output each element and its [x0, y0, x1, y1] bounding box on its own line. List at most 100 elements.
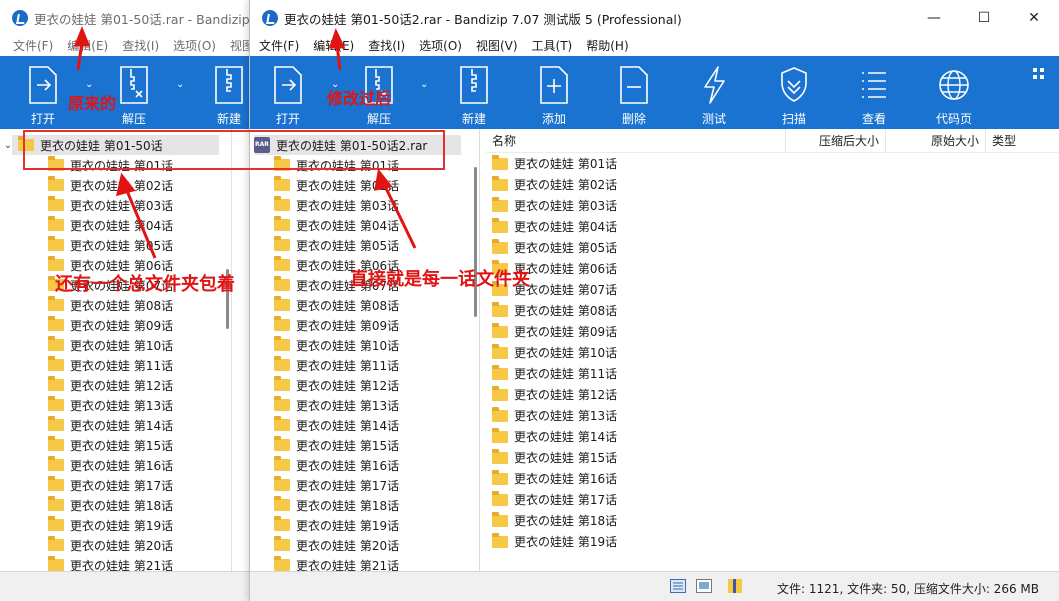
new-button[interactable]: 新建 — [191, 56, 249, 129]
column-original-size[interactable]: 原始大小 — [886, 129, 986, 153]
list-item[interactable]: 更衣の娃娃 第04话 — [486, 216, 1059, 237]
tree-item[interactable]: 更衣の娃娃 第08话 — [250, 295, 479, 315]
new-button[interactable]: 新建 — [436, 56, 512, 129]
tree-item[interactable]: 更衣の娃娃 第09话 — [0, 315, 231, 335]
list-item[interactable]: 更衣の娃娃 第05话 — [486, 237, 1059, 258]
tree-item[interactable]: 更衣の娃娃 第11话 — [0, 355, 231, 375]
close-button[interactable]: ✕ — [1009, 0, 1059, 36]
scan-button[interactable]: 扫描 — [756, 56, 832, 129]
tree-item[interactable]: 更衣の娃娃 第12话 — [250, 375, 479, 395]
codepage-button[interactable]: 代码页 — [916, 56, 992, 129]
menu-tools[interactable]: 工具(T) — [525, 36, 580, 56]
list-item[interactable]: 更衣の娃娃 第02话 — [486, 174, 1059, 195]
tree-item[interactable]: 更衣の娃娃 第21话 — [0, 555, 231, 571]
window-controls: — ☐ ✕ — [909, 0, 1059, 36]
tree-item[interactable]: 更衣の娃娃 第13话 — [250, 395, 479, 415]
tree-item[interactable]: 更衣の娃娃 第14话 — [250, 415, 479, 435]
list-item[interactable]: 更衣の娃娃 第06话 — [486, 258, 1059, 279]
list-item[interactable]: 更衣の娃娃 第07话 — [486, 279, 1059, 300]
archive-info-icon[interactable] — [728, 579, 742, 593]
tree-item[interactable]: 更衣の娃娃 第08话 — [0, 295, 231, 315]
tree-item[interactable]: 更衣の娃娃 第17话 — [0, 475, 231, 495]
tree-item[interactable]: 更衣の娃娃 第12话 — [0, 375, 231, 395]
tree-item[interactable]: 更衣の娃娃 第18话 — [250, 495, 479, 515]
list-item[interactable]: 更衣の娃娃 第12话 — [486, 384, 1059, 405]
tree-item[interactable]: 更衣の娃娃 第15话 — [250, 435, 479, 455]
list-item[interactable]: 更衣の娃娃 第13话 — [486, 405, 1059, 426]
menu-options[interactable]: 选项(O) — [166, 36, 223, 56]
menu-file[interactable]: 文件(F) — [6, 36, 60, 56]
view-icon — [858, 65, 890, 105]
menu-find[interactable]: 查找(I) — [361, 36, 412, 56]
tree-item[interactable]: 更衣の娃娃 第03话 — [250, 195, 479, 215]
menu-edit[interactable]: 编辑(E) — [306, 36, 361, 56]
tree-item[interactable]: 更衣の娃娃 第09话 — [250, 315, 479, 335]
tree-item[interactable]: 更衣の娃娃 第20话 — [250, 535, 479, 555]
tree-item[interactable]: 更衣の娃娃 第05话 — [0, 235, 231, 255]
details-view-icon[interactable] — [670, 579, 686, 593]
scrollbar[interactable] — [474, 167, 477, 317]
menu-view[interactable]: 视图(V) — [469, 36, 525, 56]
test-button[interactable]: 测试 — [676, 56, 752, 129]
codepage-label: 代码页 — [935, 112, 972, 126]
menu-file[interactable]: 文件(F) — [252, 36, 306, 56]
tree-item[interactable]: 更衣の娃娃 第02话 — [250, 175, 479, 195]
folder-icon — [492, 238, 508, 254]
tree-item[interactable]: 更衣の娃娃 第13话 — [0, 395, 231, 415]
list-item[interactable]: 更衣の娃娃 第03话 — [486, 195, 1059, 216]
tree-item[interactable]: 更衣の娃娃 第10话 — [250, 335, 479, 355]
tree-item[interactable]: 更衣の娃娃 第20话 — [0, 535, 231, 555]
column-compressed-size[interactable]: 压缩后大小 — [786, 129, 886, 153]
list-item[interactable]: 更衣の娃娃 第11话 — [486, 363, 1059, 384]
maximize-button[interactable]: ☐ — [959, 0, 1009, 36]
thumbnail-view-icon[interactable] — [696, 579, 712, 593]
tree-item[interactable]: 更衣の娃娃 第18话 — [0, 495, 231, 515]
folder-icon — [274, 396, 290, 411]
tree-item[interactable]: 更衣の娃娃 第15话 — [0, 435, 231, 455]
minimize-button[interactable]: — — [909, 0, 959, 36]
folder-tree: ⌄ 更衣の娃娃 第01-50话 更衣の娃娃 第01话 更衣の娃娃 第02话 更衣の娃… — [0, 129, 232, 571]
list-item[interactable]: 更衣の娃娃 第01话 — [486, 153, 1059, 174]
delete-button[interactable]: 删除 — [596, 56, 672, 129]
layout-grid-icon[interactable] — [1033, 68, 1045, 80]
tree-item[interactable]: 更衣の娃娃 第21话 — [250, 555, 479, 571]
tree-item[interactable]: 更衣の娃娃 第04话 — [250, 215, 479, 235]
menu-options[interactable]: 选项(O) — [412, 36, 469, 56]
list-item[interactable]: 更衣の娃娃 第09话 — [486, 321, 1059, 342]
list-item[interactable]: 更衣の娃娃 第08话 — [486, 300, 1059, 321]
tree-item[interactable]: 更衣の娃娃 第10话 — [0, 335, 231, 355]
column-type[interactable]: 类型 — [986, 129, 1046, 153]
tree-item[interactable]: 更衣の娃娃 第16话 — [0, 455, 231, 475]
tree-item[interactable]: 更衣の娃娃 第17话 — [250, 475, 479, 495]
list-item[interactable]: 更衣の娃娃 第17话 — [486, 489, 1059, 510]
menu-view[interactable]: 视图 — [223, 36, 249, 56]
list-item[interactable]: 更衣の娃娃 第16话 — [486, 468, 1059, 489]
list-item[interactable]: 更衣の娃娃 第18话 — [486, 510, 1059, 531]
folder-icon — [274, 336, 290, 351]
list-item[interactable]: 更衣の娃娃 第10话 — [486, 342, 1059, 363]
folder-icon — [274, 216, 290, 231]
list-item[interactable]: 更衣の娃娃 第19话 — [486, 531, 1059, 552]
tree-item[interactable]: 更衣の娃娃 第14话 — [0, 415, 231, 435]
chevron-down-icon[interactable]: ⌄ — [85, 79, 93, 90]
tree-item[interactable]: 更衣の娃娃 第19话 — [0, 515, 231, 535]
tree-item[interactable]: 更衣の娃娃 第11话 — [250, 355, 479, 375]
menu-find[interactable]: 查找(I) — [115, 36, 166, 56]
view-button[interactable]: 查看 — [836, 56, 912, 129]
tree-item[interactable]: 更衣の娃娃 第16话 — [250, 455, 479, 475]
open-button[interactable]: 打开 — [250, 56, 326, 129]
tree-item[interactable]: 更衣の娃娃 第19话 — [250, 515, 479, 535]
column-name[interactable]: 名称 — [486, 129, 786, 153]
menu-help[interactable]: 帮助(H) — [579, 36, 635, 56]
list-item[interactable]: 更衣の娃娃 第15话 — [486, 447, 1059, 468]
chevron-down-icon[interactable]: ⌄ — [420, 79, 428, 90]
tree-item[interactable]: 更衣の娃娃 第02话 — [0, 175, 231, 195]
list-item[interactable]: 更衣の娃娃 第14话 — [486, 426, 1059, 447]
tree-item[interactable]: 更衣の娃娃 第04话 — [0, 215, 231, 235]
chevron-down-icon[interactable]: ⌄ — [176, 79, 184, 90]
chevron-down-icon[interactable]: ⌄ — [2, 140, 14, 151]
tree-item[interactable]: 更衣の娃娃 第05话 — [250, 235, 479, 255]
add-button[interactable]: 添加 — [516, 56, 592, 129]
tree-item[interactable]: 更衣の娃娃 第03话 — [0, 195, 231, 215]
menu-edit[interactable]: 编辑(E) — [60, 36, 115, 56]
